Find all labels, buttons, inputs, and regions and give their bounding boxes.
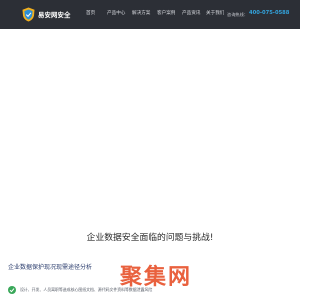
- watermark-text: 聚集网: [120, 265, 193, 290]
- section-heading: 企业数据保护现况现需途径分析: [8, 264, 93, 271]
- check-icon: [8, 286, 16, 294]
- nav-item-solutions[interactable]: 解决方案: [132, 11, 150, 17]
- hotline-number[interactable]: 400-075-0588: [249, 10, 289, 17]
- top-navbar: 易安网安全 首页 产品中心 解决方案 客户案例 产品资讯 关于我们 咨询热线： …: [0, 0, 300, 29]
- nav-item-about[interactable]: 关于我们: [206, 11, 224, 17]
- watermark: 聚集网: [120, 265, 192, 291]
- nav-item-news[interactable]: 产品资讯: [182, 11, 200, 17]
- nav-item-cases[interactable]: 客户案例: [157, 11, 175, 17]
- hotline-label: 咨询热线：: [227, 12, 248, 17]
- hero-title: 企业数据安全面临的问题与挑战!: [86, 233, 214, 243]
- nav-item-home[interactable]: 首页: [86, 11, 95, 17]
- brand-logo[interactable]: 易安网安全: [22, 6, 70, 23]
- shield-logo-icon: [22, 7, 35, 22]
- nav-item-products[interactable]: 产品中心: [107, 11, 125, 17]
- brand-name: 易安网安全: [38, 11, 71, 19]
